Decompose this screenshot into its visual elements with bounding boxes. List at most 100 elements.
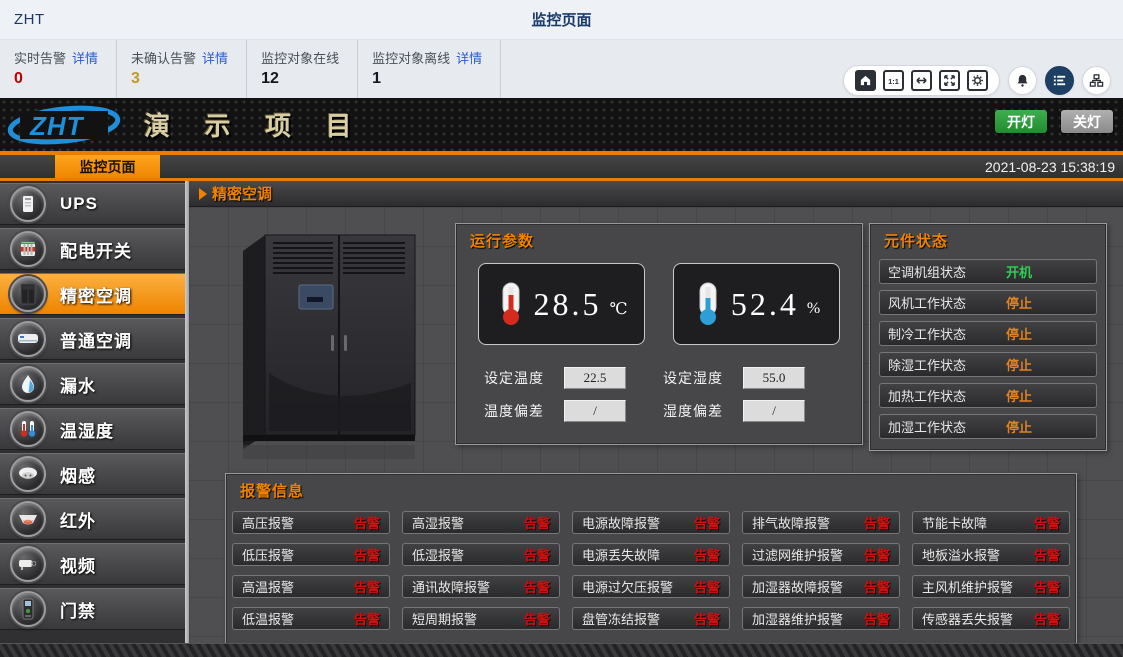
- alarm-label: 电源故障报警: [582, 513, 660, 532]
- circuit-breaker-icon: [10, 231, 46, 267]
- sidebar-item-video[interactable]: 视频: [0, 543, 185, 585]
- sidebar-item-label: 普通空调: [60, 327, 132, 352]
- fullscreen-button[interactable]: [939, 70, 960, 91]
- alarm-status: 告警: [694, 609, 720, 628]
- status-row-cooling: 制冷工作状态 停止: [879, 321, 1097, 346]
- alarm-item: 地板溢水报警告警: [912, 543, 1070, 566]
- field-label: 温度偏差: [484, 401, 556, 421]
- temperature-unit: ℃: [610, 299, 628, 319]
- light-off-button[interactable]: 关灯: [1061, 110, 1113, 133]
- sidebar-item-door-access[interactable]: 门禁: [0, 588, 185, 630]
- set-temperature-value[interactable]: 22.5: [564, 367, 626, 389]
- status-label: 制冷工作状态: [888, 324, 1006, 343]
- smoke-detector-icon: [10, 456, 46, 492]
- humidity-reading: 52.4 %: [673, 263, 840, 345]
- alarm-label: 高湿报警: [412, 513, 464, 532]
- alarm-label: 高温报警: [242, 577, 294, 596]
- svg-text:1:1: 1:1: [888, 76, 899, 85]
- sidebar: UPS 配电开关 精密空调 普通空调 漏水 温湿度: [0, 181, 185, 643]
- humidity-deviation-value[interactable]: /: [743, 400, 805, 422]
- stat-label: 未确认告警: [131, 51, 196, 66]
- status-value: 开机: [1006, 262, 1032, 281]
- fullscreen-icon: [943, 74, 956, 87]
- alarm-item: 电源过欠压报警告警: [572, 575, 730, 598]
- alarm-item: 电源故障报警 告警: [572, 511, 730, 534]
- alarm-item: 低压报警告警: [232, 543, 390, 566]
- alarm-label: 加湿器维护报警: [752, 609, 843, 628]
- temperature-reading: 28.5 ℃: [478, 263, 645, 345]
- topology-button[interactable]: [1082, 66, 1111, 95]
- component-status-panel: 元件状态 空调机组状态 开机 风机工作状态 停止 制冷工作状态: [869, 223, 1107, 451]
- alarm-label: 低湿报警: [412, 545, 464, 564]
- toolbar-icons: 1:1: [843, 63, 1111, 97]
- stat-objects-online: 监控对象在线 12: [247, 40, 358, 98]
- zoom-one-to-one-button[interactable]: 1:1: [883, 70, 904, 91]
- unconfirmed-alarms-detail-link[interactable]: 详情: [202, 51, 228, 66]
- running-params-title: 运行参数: [456, 224, 862, 253]
- alarm-label: 加湿器故障报警: [752, 577, 843, 596]
- content-area: 精密空调: [189, 181, 1123, 643]
- sidebar-item-normal-ac[interactable]: 普通空调: [0, 318, 185, 360]
- status-value: 停止: [1006, 386, 1032, 405]
- settings-button[interactable]: [967, 70, 988, 91]
- sidebar-item-ups[interactable]: UPS: [0, 183, 185, 225]
- tab-monitor-page[interactable]: 监控页面: [55, 155, 160, 178]
- set-temperature-field: 设定温度 22.5: [484, 365, 663, 390]
- tab-bar: 监控页面 2021-08-23 15:38:19: [0, 155, 1123, 178]
- status-label: 加湿工作状态: [888, 417, 1006, 436]
- temperature-deviation-value[interactable]: /: [564, 400, 626, 422]
- alarm-label: 排气故障报警: [752, 513, 830, 532]
- one-to-one-icon: 1:1: [887, 74, 900, 87]
- alarm-label: 传感器丢失报警: [922, 609, 1013, 628]
- realtime-alarms-detail-link[interactable]: 详情: [72, 51, 98, 66]
- humidity-unit: %: [807, 300, 820, 318]
- fit-width-icon: [915, 74, 928, 87]
- status-value: 停止: [1006, 355, 1032, 374]
- alarm-status: 告警: [694, 545, 720, 564]
- access-control-icon: [10, 591, 46, 627]
- notifications-button[interactable]: [1008, 66, 1037, 95]
- sidebar-item-label: 红外: [60, 507, 96, 532]
- thermometer-blue-icon: [693, 281, 723, 327]
- objects-offline-detail-link[interactable]: 详情: [456, 51, 482, 66]
- alarm-item: 低温报警告警: [232, 607, 390, 630]
- alarm-item: 高压报警告警: [232, 511, 390, 534]
- alarm-label: 盘管冻结报警: [582, 609, 660, 628]
- wall-ac-icon: [10, 321, 46, 357]
- stat-label: 监控对象离线: [372, 51, 450, 66]
- sidebar-item-water-leak[interactable]: 漏水: [0, 363, 185, 405]
- alarm-list-button[interactable]: [1045, 66, 1074, 95]
- gear-icon: [971, 74, 984, 87]
- project-title: 演 示 项 目: [144, 106, 366, 143]
- page-title: 监控页面: [531, 9, 591, 30]
- alarm-status: 告警: [694, 513, 720, 532]
- alarm-label: 低压报警: [242, 545, 294, 564]
- infrared-sensor-icon: [10, 501, 46, 537]
- alarm-item: 通讯故障报警告警: [402, 575, 560, 598]
- timestamp: 2021-08-23 15:38:19: [985, 155, 1115, 178]
- sidebar-item-precision-ac[interactable]: 精密空调: [0, 273, 185, 315]
- ac-unit-image: [225, 223, 431, 461]
- light-on-button[interactable]: 开灯: [995, 110, 1047, 133]
- light-buttons: 开灯 关灯: [995, 110, 1113, 133]
- sidebar-item-temp-humidity[interactable]: 温湿度: [0, 408, 185, 450]
- sidebar-item-power-switch[interactable]: 配电开关: [0, 228, 185, 270]
- status-row-heating: 加热工作状态 停止: [879, 383, 1097, 408]
- sidebar-item-smoke[interactable]: 烟感: [0, 453, 185, 495]
- stat-objects-offline: 监控对象离线详情 1: [358, 40, 501, 98]
- bottom-hatch-strip: [0, 643, 1123, 657]
- main-area: UPS 配电开关 精密空调 普通空调 漏水 温湿度: [0, 181, 1123, 657]
- status-row-fan: 风机工作状态 停止: [879, 290, 1097, 315]
- sidebar-item-infrared[interactable]: 红外: [0, 498, 185, 540]
- alarm-status: 告警: [1034, 609, 1060, 628]
- precision-ac-icon: [10, 276, 46, 312]
- alarm-item: 加湿器维护报警告警: [742, 607, 900, 630]
- sidebar-item-label: 配电开关: [60, 237, 132, 262]
- stat-unconfirmed-alarms: 未确认告警详情 3: [117, 40, 247, 98]
- alarm-item: 高温报警告警: [232, 575, 390, 598]
- home-button[interactable]: [855, 70, 876, 91]
- status-label: 空调机组状态: [888, 262, 1006, 281]
- fit-width-button[interactable]: [911, 70, 932, 91]
- home-icon: [859, 74, 872, 87]
- set-humidity-value[interactable]: 55.0: [743, 367, 805, 389]
